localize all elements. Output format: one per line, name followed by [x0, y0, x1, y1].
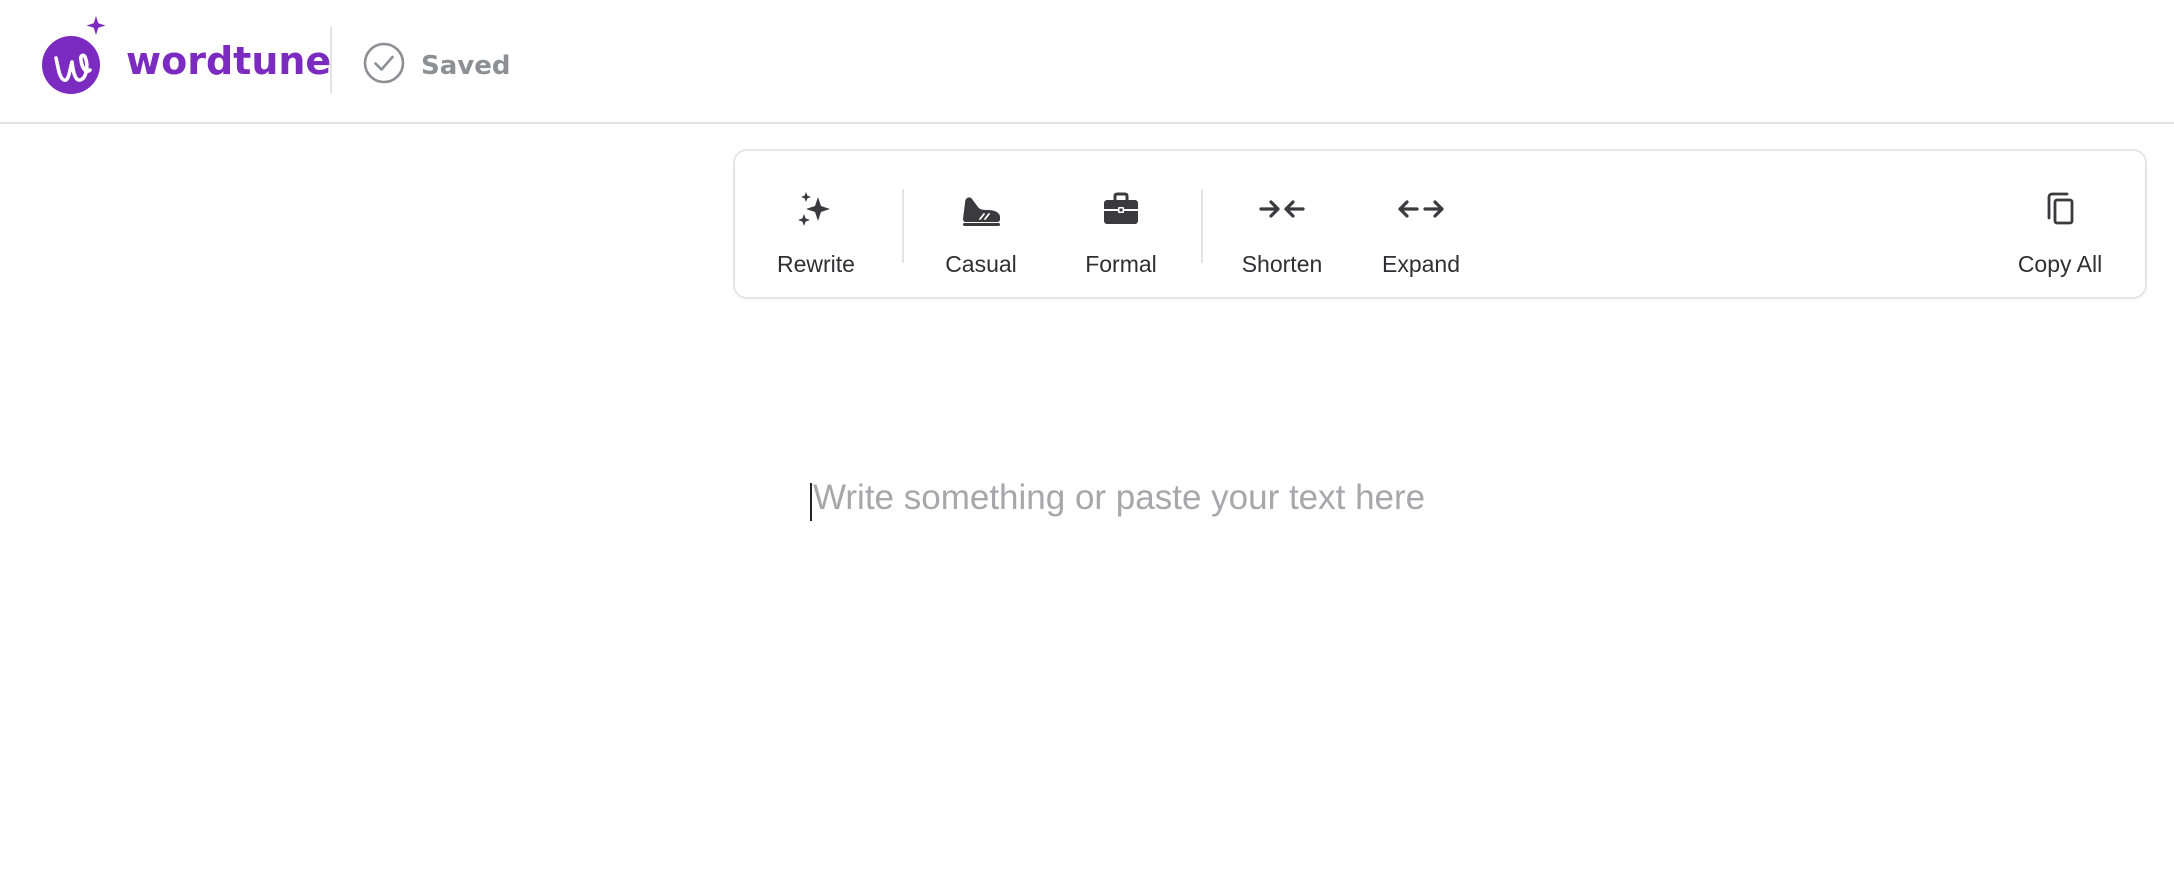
header-divider	[330, 27, 332, 93]
casual-label: Casual	[945, 251, 1017, 277]
expand-label: Expand	[1381, 251, 1460, 277]
toolbar-divider	[902, 189, 904, 263]
arrows-out-icon	[1398, 189, 1444, 229]
wordtune-logo-text: wordtune	[126, 39, 332, 83]
copy-all-label: Copy All	[2017, 251, 2103, 277]
formal-button[interactable]: Formal	[1083, 151, 1159, 297]
text-editor[interactable]: Write something or paste your text here	[810, 478, 2110, 528]
arrows-in-icon	[1259, 189, 1305, 229]
copy-all-button[interactable]: Copy All	[2011, 151, 2109, 297]
editor-placeholder: Write something or paste your text here	[813, 478, 1426, 517]
rewrite-label: Rewrite	[777, 251, 855, 277]
app-header: wordtune Saved	[0, 0, 2174, 124]
sneaker-icon	[960, 189, 1002, 229]
saved-label: Saved	[421, 50, 511, 81]
casual-button[interactable]: Casual	[943, 151, 1019, 297]
saved-status: Saved	[363, 42, 510, 89]
copy-icon	[2043, 189, 2077, 229]
shorten-label: Shorten	[1241, 251, 1323, 277]
briefcase-icon	[1102, 189, 1140, 229]
rewrite-toolbar: Rewrite Casual Formal Shorten Expand Cop…	[733, 149, 2147, 299]
wordtune-logo[interactable]: wordtune	[40, 16, 331, 98]
formal-label: Formal	[1085, 251, 1157, 277]
shorten-button[interactable]: Shorten	[1238, 151, 1326, 297]
rewrite-button[interactable]: Rewrite	[773, 151, 859, 297]
sparkles-icon	[796, 189, 836, 229]
wordtune-logo-icon	[42, 16, 106, 94]
expand-button[interactable]: Expand	[1378, 151, 1464, 297]
check-circle-icon	[363, 42, 405, 89]
toolbar-divider	[1201, 189, 1203, 263]
text-cursor	[810, 483, 812, 521]
